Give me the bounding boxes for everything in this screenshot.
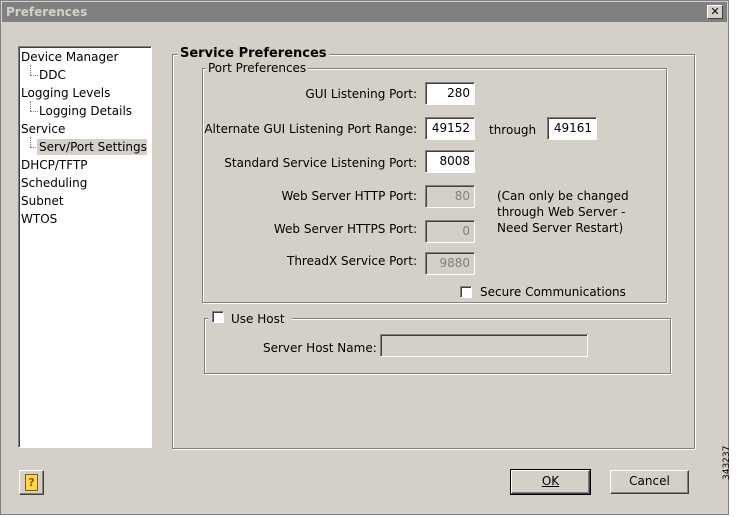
window-title: Preferences xyxy=(6,5,88,19)
service-preferences-title: Service Preferences xyxy=(178,46,329,61)
alt-range-label: Alternate GUI Listening Port Range: xyxy=(204,122,417,136)
restart-note-line2: through Web Server - xyxy=(497,205,626,219)
threadx-port-label: ThreadX Service Port: xyxy=(287,254,417,268)
use-host-checkbox[interactable] xyxy=(212,311,224,323)
http-port-input: 80 xyxy=(425,185,475,208)
std-port-label: Standard Service Listening Port: xyxy=(224,156,417,170)
alt-range-from-input[interactable]: 49152 xyxy=(425,117,475,140)
server-host-name-label: Server Host Name: xyxy=(263,341,377,355)
close-icon[interactable]: ✕ xyxy=(707,5,723,19)
preferences-window: Preferences ✕ Device Manager DDC Logging… xyxy=(0,0,729,515)
navigation-tree[interactable]: Device Manager DDC Logging Levels Loggin… xyxy=(18,46,152,448)
cancel-button[interactable]: Cancel xyxy=(610,470,689,494)
tree-item-logging-levels[interactable]: Logging Levels xyxy=(21,85,110,101)
port-preferences-title: Port Preferences xyxy=(206,61,309,75)
threadx-port-input: 9880 xyxy=(425,252,475,275)
tree-item-subnet[interactable]: Subnet xyxy=(21,193,64,209)
use-host-label: Use Host xyxy=(231,312,285,326)
secure-communications-checkbox[interactable] xyxy=(460,286,472,298)
cancel-label: Cancel xyxy=(629,474,670,488)
through-label: through xyxy=(489,123,537,137)
restart-note-line1: (Can only be changed xyxy=(497,189,629,203)
restart-note-line3: Need Server Restart) xyxy=(497,221,624,235)
tree-connector xyxy=(30,75,38,76)
tree-item-logging-details[interactable]: Logging Details xyxy=(39,103,132,119)
title-bar[interactable]: Preferences ✕ xyxy=(2,2,727,22)
tree-item-device-manager[interactable]: Device Manager xyxy=(21,49,118,65)
help-glyph: ? xyxy=(25,474,38,491)
tree-connector xyxy=(30,101,31,111)
alt-range-to-input[interactable]: 49161 xyxy=(547,117,597,140)
tree-item-service[interactable]: Service xyxy=(21,121,65,137)
tree-connector xyxy=(30,65,31,75)
secure-communications-label: Secure Communications xyxy=(480,285,626,299)
tree-item-serv-port-settings[interactable]: Serv/Port Settings xyxy=(37,139,147,155)
ok-button[interactable]: OK xyxy=(510,469,591,495)
gui-port-label: GUI Listening Port: xyxy=(305,87,417,101)
ok-label: OK xyxy=(541,474,560,488)
tree-connector xyxy=(30,137,31,147)
https-port-label: Web Server HTTPS Port: xyxy=(273,222,417,236)
server-host-name-input xyxy=(380,334,588,357)
tree-item-ddc[interactable]: DDC xyxy=(39,67,66,83)
http-port-label: Web Server HTTP Port: xyxy=(281,189,418,203)
tree-item-dhcp-tftp[interactable]: DHCP/TFTP xyxy=(21,157,88,173)
std-port-input[interactable]: 8008 xyxy=(425,150,475,173)
help-icon[interactable]: ? xyxy=(19,470,44,495)
figure-id: 343237 xyxy=(722,445,732,480)
tree-connector xyxy=(30,111,38,112)
tree-item-wtos[interactable]: WTOS xyxy=(21,211,57,227)
https-port-input: 0 xyxy=(425,220,475,243)
tree-item-scheduling[interactable]: Scheduling xyxy=(21,175,87,191)
gui-port-input[interactable]: 280 xyxy=(425,82,475,105)
